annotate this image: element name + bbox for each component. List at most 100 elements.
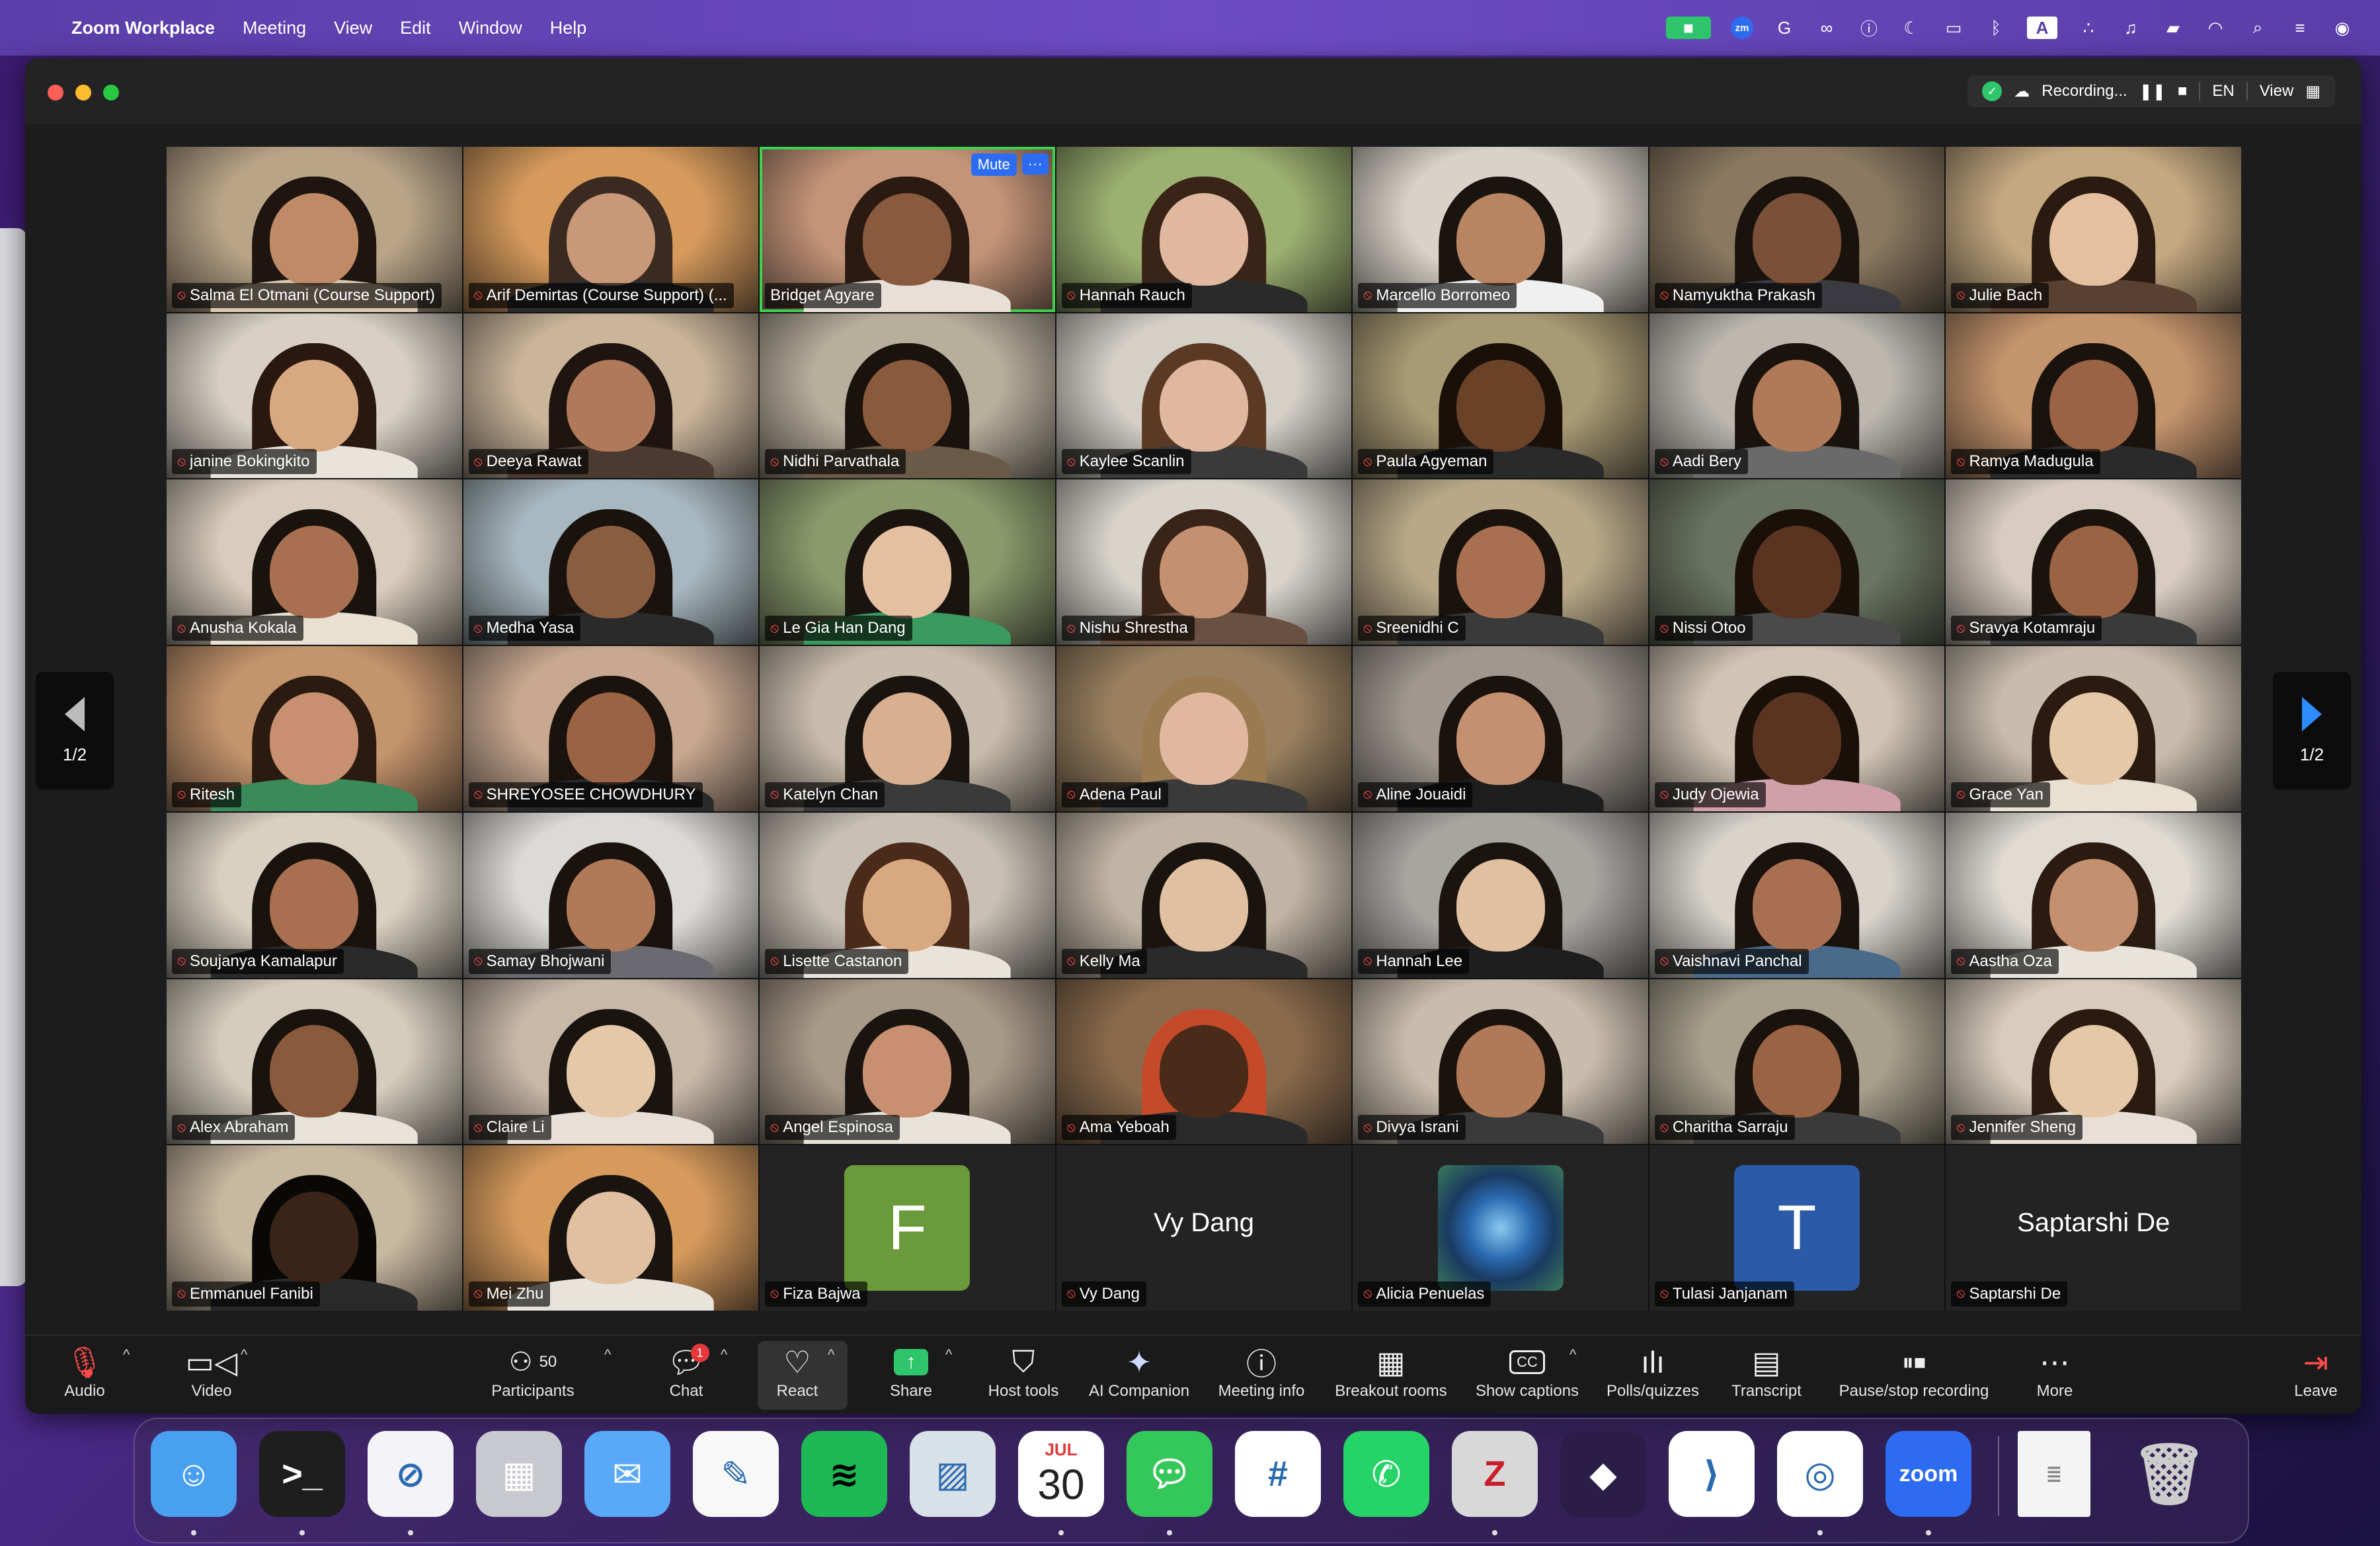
participant-tile[interactable]: ⦸ Nissi Otoo [1649,479,1945,645]
video-options-caret-icon[interactable]: ^ [241,1346,247,1363]
menu-window[interactable]: Window [459,18,522,38]
audio-options-caret-icon[interactable]: ^ [123,1346,130,1363]
zotero-app-icon[interactable]: Z [1452,1431,1538,1517]
participant-tile[interactable]: Vy Dang ⦸ Vy Dang [1056,1145,1352,1311]
participants-button[interactable]: ⚇ 50 Participants [480,1342,586,1401]
participant-tile[interactable]: ⦸ Emmanuel Fanibi [167,1145,462,1311]
participant-tile[interactable]: ⦸ Nidhi Parvathala [760,313,1055,479]
transcript-button[interactable]: ▤ Transcript [1720,1342,1813,1401]
whatsapp-app-icon[interactable]: ✆ [1343,1431,1429,1517]
pause-stop-recording-button[interactable]: ⏸⏹ Pause/stop recording [1825,1342,2003,1401]
polls-button[interactable]: ılı Polls/quizzes [1600,1342,1706,1401]
participant-tile[interactable]: ⦸ Samay Bhojwani [463,812,759,978]
participant-tile[interactable]: Bridget Agyare Mute ··· [760,147,1055,312]
grid-view-icon[interactable]: ▦ [2305,82,2320,101]
participant-tile[interactable]: ⦸ Deeya Rawat [463,313,759,479]
breakout-rooms-button[interactable]: ▦ Breakout rooms [1325,1342,1457,1401]
participant-tile[interactable]: Saptarshi De ⦸ Saptarshi De [1946,1145,2241,1311]
wifi-icon[interactable]: ◠ [2204,17,2227,39]
participant-tile[interactable]: F ⦸ Fiza Bajwa [760,1145,1055,1311]
captions-options-caret-icon[interactable]: ^ [1569,1346,1576,1363]
participant-tile[interactable]: ⦸ Sravya Kotamraju [1946,479,2241,645]
show-captions-button[interactable]: CC Show captions [1468,1342,1587,1401]
close-window-button[interactable] [48,85,63,101]
zoom-menu-icon[interactable]: zm [1731,17,1753,39]
accessibility-icon[interactable]: ⓘ [1858,17,1880,39]
participants-options-caret-icon[interactable]: ^ [604,1346,611,1363]
menu-app-name[interactable]: Zoom Workplace [71,18,215,38]
participant-tile[interactable]: ⦸ Adena Paul [1056,646,1352,811]
headphones-icon[interactable]: ♫ [2120,17,2142,39]
participant-tile[interactable]: ⦸ Sreenidhi C [1353,479,1648,645]
link-icon[interactable]: ∞ [1815,17,1838,39]
document-stack-icon[interactable]: ≣ [2018,1431,2090,1517]
finder-app-icon[interactable]: ☺ [151,1431,237,1517]
calendar-app-icon[interactable]: JUL 30 [1018,1431,1104,1517]
participant-tile[interactable]: ⦸ Ritesh [167,646,462,811]
participant-tile[interactable]: T ⦸ Tulasi Janjanam [1649,1145,1945,1311]
messages-app-icon[interactable]: 💬︎ [1127,1431,1212,1517]
participant-tile[interactable]: ⦸ Salma El Otmani (Course Support) [167,147,462,312]
previous-page-button[interactable]: 1/2 [36,672,114,790]
view-button[interactable]: View [2260,82,2294,101]
bluetooth-icon[interactable]: ᛒ [1985,17,2007,39]
participant-tile[interactable]: ⦸ janine Bokingkito [167,313,462,479]
language-indicator[interactable]: EN [2212,82,2234,101]
preview-app-icon[interactable]: ▨ [910,1431,996,1517]
participant-tile[interactable]: ⦸ Medha Yasa [463,479,759,645]
meeting-info-button[interactable]: ⓘ Meeting info [1209,1342,1314,1401]
react-options-caret-icon[interactable]: ^ [828,1346,834,1363]
chat-options-caret-icon[interactable]: ^ [721,1346,727,1363]
participant-tile[interactable]: ⦸ Mei Zhu [463,1145,759,1311]
participant-tile[interactable]: ⦸ Soujanya Kamalapur [167,812,462,978]
participant-tile[interactable]: ⦸ Aadi Bery [1649,313,1945,479]
participant-tile[interactable]: ⦸ Vaishnavi Panchal [1649,812,1945,978]
siri-icon[interactable]: ◉ [2331,17,2354,39]
slack-app-icon[interactable]: # [1235,1431,1321,1517]
participant-tile[interactable]: ⦸ Kelly Ma [1056,812,1352,978]
menu-meeting[interactable]: Meeting [243,18,306,38]
menu-help[interactable]: Help [550,18,587,38]
participant-tile[interactable]: ⦸ Divya Israni [1353,979,1648,1145]
zoom-app-icon[interactable]: zoom [1885,1431,1971,1517]
participant-tile[interactable]: ⦸ Lisette Castanon [760,812,1055,978]
stop-recording-icon[interactable]: ■ [2178,82,2188,101]
participant-tile[interactable]: ⦸ Kaylee Scanlin [1056,313,1352,479]
participant-tile[interactable]: ⦸ Namyuktha Prakash [1649,147,1945,312]
next-page-button[interactable]: 1/2 [2273,672,2351,790]
terminal-app-icon[interactable]: >_ [259,1431,345,1517]
participant-tile[interactable]: ⦸ Ama Yeboah [1056,979,1352,1145]
security-shield-icon[interactable]: ✓ [1982,81,2003,101]
mute-participant-button[interactable]: Mute [971,153,1017,176]
obsidian-app-icon[interactable]: ◆ [1560,1431,1646,1517]
react-button[interactable]: ♡ React [764,1342,830,1401]
freeform-app-icon[interactable]: ✎ [693,1431,779,1517]
minimize-window-button[interactable] [75,85,91,101]
mail-app-icon[interactable]: ✉ [584,1431,670,1517]
participant-tile[interactable]: ⦸ Claire Li [463,979,759,1145]
participant-tile[interactable]: ⦸ Alex Abraham [167,979,462,1145]
participant-tile[interactable]: ⦸ Julie Bach [1946,147,2241,312]
launchpad-app-icon[interactable]: ▦ [476,1431,562,1517]
participant-tile[interactable]: ⦸ Grace Yan [1946,646,2241,811]
participant-tile[interactable]: ⦸ Arif Demirtas (Course Support) (... [463,147,759,312]
video-button[interactable]: ▭◁ Video [178,1342,245,1401]
participant-tile[interactable]: ⦸ Nishu Shrestha [1056,479,1352,645]
maximize-window-button[interactable] [103,85,119,101]
participant-more-button[interactable]: ··· [1021,153,1049,175]
battery-icon[interactable]: ▰ [2162,17,2184,39]
keyboard-input-icon[interactable]: A [2027,17,2057,39]
trash-icon[interactable]: 🗑︎ [2126,1431,2212,1517]
participant-tile[interactable]: ⦸ Aastha Oza [1946,812,2241,978]
wind-icon[interactable]: ∴ [2077,17,2100,39]
participant-tile[interactable]: ⦸ Angel Espinosa [760,979,1055,1145]
safari-app-icon[interactable]: ⊘ [368,1431,454,1517]
participant-tile[interactable]: ⦸ Alicia Penuelas [1353,1145,1648,1311]
participant-tile[interactable]: ⦸ Hannah Lee [1353,812,1648,978]
participant-tile[interactable]: ⦸ Jennifer Sheng [1946,979,2241,1145]
control-center-icon[interactable]: ≡ [2289,17,2311,39]
participant-tile[interactable]: ⦸ Charitha Sarraju [1649,979,1945,1145]
grammarly-icon[interactable]: G [1773,17,1796,39]
more-button[interactable]: ⋯ More [2022,1342,2088,1401]
participant-tile[interactable]: ⦸ Katelyn Chan [760,646,1055,811]
